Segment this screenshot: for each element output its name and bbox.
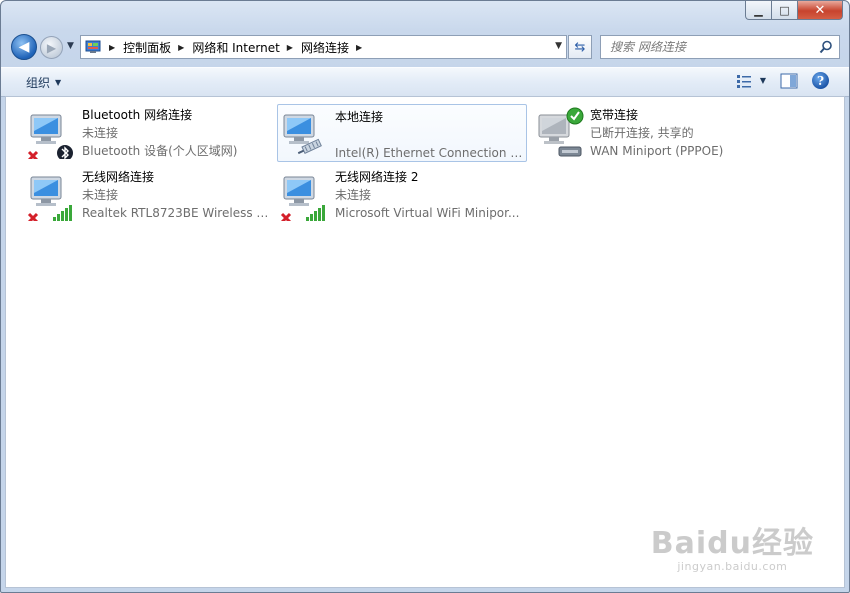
modem-icon: [558, 146, 582, 157]
connection-text: 本地连接 Intel(R) Ethernet Connection I2...: [335, 108, 525, 162]
recent-pages-button[interactable]: ▼: [67, 41, 74, 51]
refresh-button[interactable]: ⇆: [568, 35, 592, 59]
help-icon[interactable]: ?: [812, 72, 829, 89]
watermark-logo: Baidu经验: [650, 526, 814, 561]
preview-pane-icon[interactable]: [780, 73, 798, 89]
network-computer-icon: [280, 176, 325, 221]
chevron-down-icon: ▼: [67, 41, 74, 51]
back-arrow-icon: ◀: [18, 39, 30, 55]
navigation-bar: ◀ ▶ ▼ ▶ 控制面板 ▶ 网络和 Internet ▶ 网络连接 ▶ ▼ ⇆: [1, 31, 849, 63]
connection-item-wireless[interactable]: 无线网络连接 未连接 Realtek RTL8723BE Wireless L.…: [24, 164, 274, 222]
watermark: Baidu经验 jingyan.baidu.com: [651, 518, 814, 573]
network-computer-icon: [538, 107, 584, 157]
connection-device: Intel(R) Ethernet Connection I2...: [335, 146, 525, 160]
disconnected-x-icon: [27, 150, 39, 159]
breadcrumb-network-internet[interactable]: 网络和 Internet: [192, 39, 279, 56]
connection-text: 无线网络连接 2 未连接 Microsoft Virtual WiFi Mini…: [335, 168, 525, 222]
breadcrumb-separator[interactable]: ▶: [356, 43, 362, 52]
connection-status: 已断开连接, 共享的: [590, 126, 694, 140]
breadcrumb-separator[interactable]: ▶: [287, 43, 293, 52]
organize-label: 组织: [26, 76, 51, 90]
connection-status: [335, 126, 525, 144]
connection-text: Bluetooth 网络连接 未连接 Bluetooth 设备(个人区域网): [82, 106, 272, 160]
connection-device: WAN Miniport (PPPOE): [590, 144, 724, 158]
breadcrumb-control-panel[interactable]: 控制面板: [123, 39, 171, 56]
connection-status: 未连接: [82, 188, 119, 202]
disconnected-x-icon: [280, 212, 292, 221]
search-input[interactable]: [608, 39, 812, 55]
breadcrumb-network-connections[interactable]: 网络连接: [301, 39, 349, 56]
address-bar[interactable]: ▶ 控制面板 ▶ 网络和 Internet ▶ 网络连接 ▶ ▼: [80, 35, 567, 59]
close-button[interactable]: ✕: [798, 1, 843, 20]
connection-device: Microsoft Virtual WiFi Minipor...: [335, 206, 520, 220]
connection-name: 无线网络连接: [82, 170, 155, 184]
connection-name: 本地连接: [335, 110, 384, 124]
connection-device: Bluetooth 设备(个人区域网): [82, 144, 238, 158]
connection-item-bluetooth[interactable]: Bluetooth 网络连接 未连接 Bluetooth 设备(个人区域网): [24, 102, 274, 160]
network-computer-icon: [27, 176, 72, 221]
connection-device: Realtek RTL8723BE Wireless L...: [82, 206, 272, 220]
change-view-button[interactable]: ▼: [736, 73, 766, 89]
control-panel-icon: [84, 39, 102, 55]
window-controls: ▁ □ ✕: [745, 1, 843, 20]
disconnected-x-icon: [27, 212, 39, 221]
connection-text: 宽带连接 已断开连接, 共享的 WAN Miniport (PPPOE): [590, 106, 780, 160]
chevron-down-icon[interactable]: ▼: [760, 76, 766, 85]
wifi-signal-icon: [306, 205, 325, 221]
breadcrumb-separator[interactable]: ▶: [109, 43, 115, 52]
command-bar-right: ▼ ?: [736, 72, 829, 89]
maximize-button[interactable]: □: [772, 1, 798, 20]
connection-name: 无线网络连接 2: [335, 170, 419, 184]
connection-item-broadband[interactable]: 宽带连接 已断开连接, 共享的 WAN Miniport (PPPOE): [532, 102, 782, 160]
search-box[interactable]: [600, 35, 840, 59]
connections-list: Bluetooth 网络连接 未连接 Bluetooth 设备(个人区域网) 本…: [5, 96, 845, 588]
refresh-icon: ⇆: [574, 39, 586, 55]
back-button[interactable]: ◀: [11, 34, 37, 60]
search-icon[interactable]: [819, 40, 833, 54]
connection-item-local-area[interactable]: 本地连接 Intel(R) Ethernet Connection I2...: [277, 104, 527, 162]
breadcrumb-separator[interactable]: ▶: [178, 43, 184, 52]
connection-name: Bluetooth 网络连接: [82, 108, 193, 122]
command-bar: 组织 ▼ ▼ ?: [1, 67, 849, 97]
forward-button[interactable]: ▶: [40, 36, 63, 59]
forward-arrow-icon: ▶: [46, 40, 57, 55]
wifi-signal-icon: [53, 205, 72, 221]
title-bar: ▁ □ ✕: [1, 1, 849, 29]
connection-status: 未连接: [82, 126, 119, 140]
connection-status: 未连接: [335, 188, 372, 202]
view-options-icon: [736, 74, 751, 88]
chevron-down-icon: ▼: [55, 78, 62, 87]
explorer-window: ▁ □ ✕ ◀ ▶ ▼ ▶ 控制面板 ▶ 网络和 Internet ▶ 网络连接…: [0, 0, 850, 593]
minimize-button[interactable]: ▁: [745, 1, 772, 20]
connection-name: 宽带连接: [590, 108, 639, 122]
address-dropdown-icon[interactable]: ▼: [555, 41, 562, 51]
network-computer-icon: [27, 114, 73, 159]
connection-item-wireless-2[interactable]: 无线网络连接 2 未连接 Microsoft Virtual WiFi Mini…: [277, 164, 527, 222]
network-computer-icon: [283, 114, 322, 155]
connection-text: 无线网络连接 未连接 Realtek RTL8723BE Wireless L.…: [82, 168, 272, 222]
organize-menu[interactable]: 组织 ▼: [26, 74, 61, 91]
